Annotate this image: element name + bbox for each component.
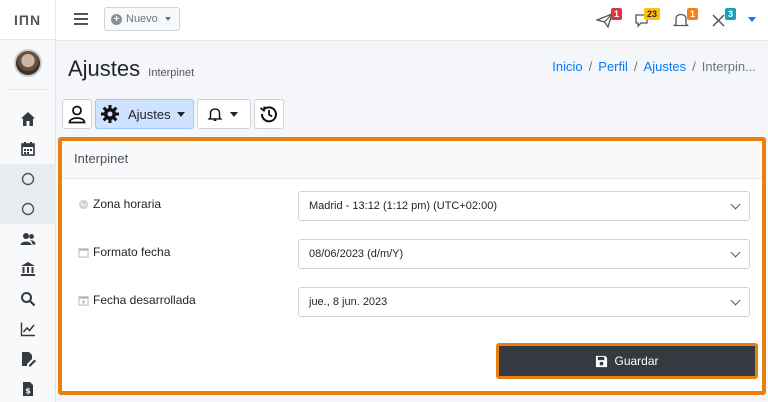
breadcrumb-ajustes[interactable]: Ajustes: [644, 59, 687, 74]
search-icon: [21, 292, 36, 307]
file-edit-icon: [22, 352, 36, 367]
long-date-row: Fecha desarrollada jue., 8 jun. 2023: [78, 287, 750, 317]
settings-toolbar: Ajustes: [62, 99, 284, 129]
notification-area: 1 23 1 3: [596, 8, 756, 30]
page-title: Ajustes Interpinet: [68, 56, 194, 82]
save-icon: [596, 355, 608, 367]
breadcrumb-inicio[interactable]: Inicio: [552, 59, 582, 74]
home-icon: [21, 112, 35, 126]
long-date-value: jue., 8 jun. 2023: [309, 296, 388, 308]
long-date-label-text: Fecha desarrollada: [93, 293, 196, 307]
menu-icon[interactable]: [74, 13, 88, 25]
page-title-text: Ajustes: [68, 56, 141, 81]
plus-icon: +: [111, 13, 122, 25]
users-icon: [20, 233, 36, 245]
invoice-icon: $: [23, 382, 33, 396]
topbar: + Nuevo 1 23 1 3: [56, 0, 768, 41]
sidebar-item-invoice[interactable]: $: [0, 374, 56, 402]
sidebar-item-circle-1[interactable]: [0, 164, 56, 194]
circle-icon: [21, 202, 35, 216]
breadcrumb-perfil[interactable]: Perfil: [598, 59, 628, 74]
badge-count: 1: [610, 8, 622, 20]
calendar-plus-icon: [78, 295, 89, 306]
sidebar-item-edit[interactable]: [0, 344, 56, 374]
date-format-label: Formato fecha: [78, 245, 170, 259]
app-logo[interactable]: IΠN: [0, 0, 55, 40]
date-format-value: 08/06/2023 (d/m/Y): [309, 248, 404, 260]
caret-down-icon: [176, 111, 185, 117]
tasks-button[interactable]: 3: [710, 8, 736, 30]
timezone-value: Madrid - 13:12 (1:12 pm) (UTC+02:00): [309, 200, 497, 212]
long-date-label: Fecha desarrollada: [78, 293, 196, 307]
date-format-label-text: Formato fecha: [93, 245, 171, 259]
sidebar: IΠN $: [0, 0, 56, 402]
breadcrumb: Inicio / Perfil / Ajustes / Interpin...: [552, 59, 756, 74]
comments-button[interactable]: 23: [634, 8, 660, 30]
user-menu-caret-icon[interactable]: [748, 16, 756, 22]
history-icon: [259, 106, 277, 123]
sidebar-item-users[interactable]: [0, 224, 56, 254]
messages-button[interactable]: 1: [596, 8, 622, 30]
bell-icon: [207, 108, 223, 122]
avatar[interactable]: [13, 49, 42, 77]
user-icon: [68, 105, 86, 124]
chevron-down-icon: [730, 295, 741, 306]
sidebar-item-home[interactable]: [0, 104, 56, 134]
nuevo-label: Nuevo: [126, 13, 158, 25]
save-button-highlight: Guardar: [496, 343, 758, 379]
sidebar-divider: [6, 89, 49, 90]
settings-card: Interpinet Zona horaria Madrid - 13:12 (…: [58, 137, 766, 395]
sidebar-item-search[interactable]: [0, 284, 56, 314]
card-title: Interpinet: [62, 141, 762, 179]
caret-down-icon: [164, 17, 171, 21]
caret-down-icon: [229, 111, 238, 117]
nuevo-button[interactable]: + Nuevo: [104, 7, 180, 31]
profile-button[interactable]: [62, 99, 92, 129]
sidebar-item-chart[interactable]: [0, 314, 56, 344]
calendar-icon: [21, 142, 35, 156]
chevron-down-icon: [730, 199, 741, 210]
sidebar-item-circle-2[interactable]: [0, 194, 56, 224]
save-button[interactable]: Guardar: [499, 346, 755, 376]
globe-icon: [78, 199, 89, 210]
calendar-icon: [78, 247, 89, 258]
timezone-label: Zona horaria: [78, 197, 161, 211]
sidebar-item-bank[interactable]: [0, 254, 56, 284]
breadcrumb-current: Interpin...: [701, 59, 756, 74]
notifications-dropdown[interactable]: [196, 99, 251, 129]
circle-icon: [21, 172, 35, 186]
timezone-row: Zona horaria Madrid - 13:12 (1:12 pm) (U…: [78, 191, 750, 221]
alerts-button[interactable]: 1: [672, 8, 698, 30]
bank-icon: [21, 262, 35, 276]
gear-icon: [101, 105, 119, 123]
badge-count: 3: [724, 8, 736, 20]
ajustes-dropdown[interactable]: Ajustes: [95, 99, 194, 129]
long-date-select[interactable]: jue., 8 jun. 2023: [298, 287, 750, 317]
date-format-row: Formato fecha 08/06/2023 (d/m/Y): [78, 239, 750, 269]
badge-count: 1: [686, 8, 698, 20]
svg-text:$: $: [25, 387, 31, 396]
history-button[interactable]: [253, 99, 284, 129]
ajustes-label: Ajustes: [128, 106, 171, 122]
chevron-down-icon: [730, 247, 741, 258]
line-chart-icon: [20, 322, 35, 337]
timezone-select[interactable]: Madrid - 13:12 (1:12 pm) (UTC+02:00): [298, 191, 750, 221]
save-label: Guardar: [614, 354, 659, 368]
date-format-select[interactable]: 08/06/2023 (d/m/Y): [298, 239, 750, 269]
page-subtitle: Interpinet: [148, 67, 195, 79]
sidebar-item-calendar[interactable]: [0, 134, 56, 164]
badge-count: 23: [643, 8, 660, 20]
timezone-label-text: Zona horaria: [93, 197, 162, 211]
